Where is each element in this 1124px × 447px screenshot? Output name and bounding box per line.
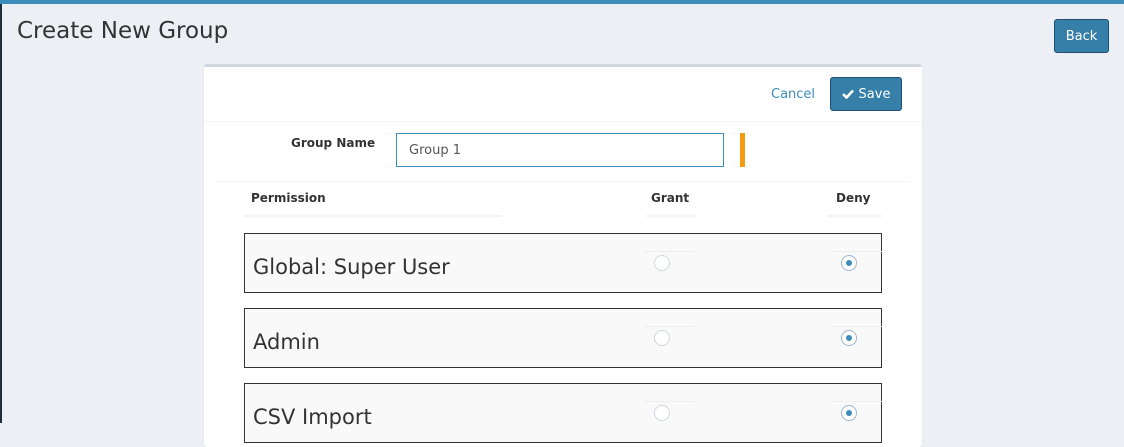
save-button[interactable]: Save xyxy=(830,77,902,111)
cell-divider xyxy=(832,401,882,402)
cell-divider xyxy=(832,251,882,252)
cell-divider xyxy=(832,326,882,327)
page-title: Create New Group xyxy=(17,18,229,44)
group-name-input[interactable] xyxy=(396,133,724,167)
permission-row-super-user: Global: Super User xyxy=(244,233,882,293)
deny-radio[interactable] xyxy=(841,405,857,421)
cell-divider xyxy=(644,326,694,327)
permission-name: Admin xyxy=(253,330,320,354)
grant-column-header: Grant xyxy=(646,191,696,217)
permission-name: Global: Super User xyxy=(253,255,450,279)
permission-row-csv-import: CSV Import xyxy=(244,383,882,443)
back-button[interactable]: Back xyxy=(1054,19,1109,53)
cell-divider xyxy=(644,401,694,402)
permission-name: CSV Import xyxy=(253,405,372,429)
permission-column-header: Permission xyxy=(244,191,502,217)
panel-header: Cancel Save xyxy=(204,67,922,122)
grant-radio[interactable] xyxy=(654,255,670,271)
deny-column-header: Deny xyxy=(827,191,882,217)
deny-radio[interactable] xyxy=(841,330,857,346)
save-button-label: Save xyxy=(858,86,891,102)
group-name-label: Group Name xyxy=(291,136,376,150)
required-indicator xyxy=(740,133,745,167)
grant-radio[interactable] xyxy=(654,405,670,421)
check-icon xyxy=(841,89,854,99)
group-name-row: Group Name xyxy=(214,123,910,182)
cancel-link[interactable]: Cancel xyxy=(771,87,815,102)
cell-divider xyxy=(644,251,694,252)
top-accent-bar xyxy=(0,0,1124,4)
deny-radio[interactable] xyxy=(841,255,857,271)
grant-radio[interactable] xyxy=(654,330,670,346)
create-group-panel: Cancel Save Group Name Permission Grant … xyxy=(204,64,922,447)
left-edge xyxy=(0,4,2,423)
permission-row-admin: Admin xyxy=(244,308,882,368)
